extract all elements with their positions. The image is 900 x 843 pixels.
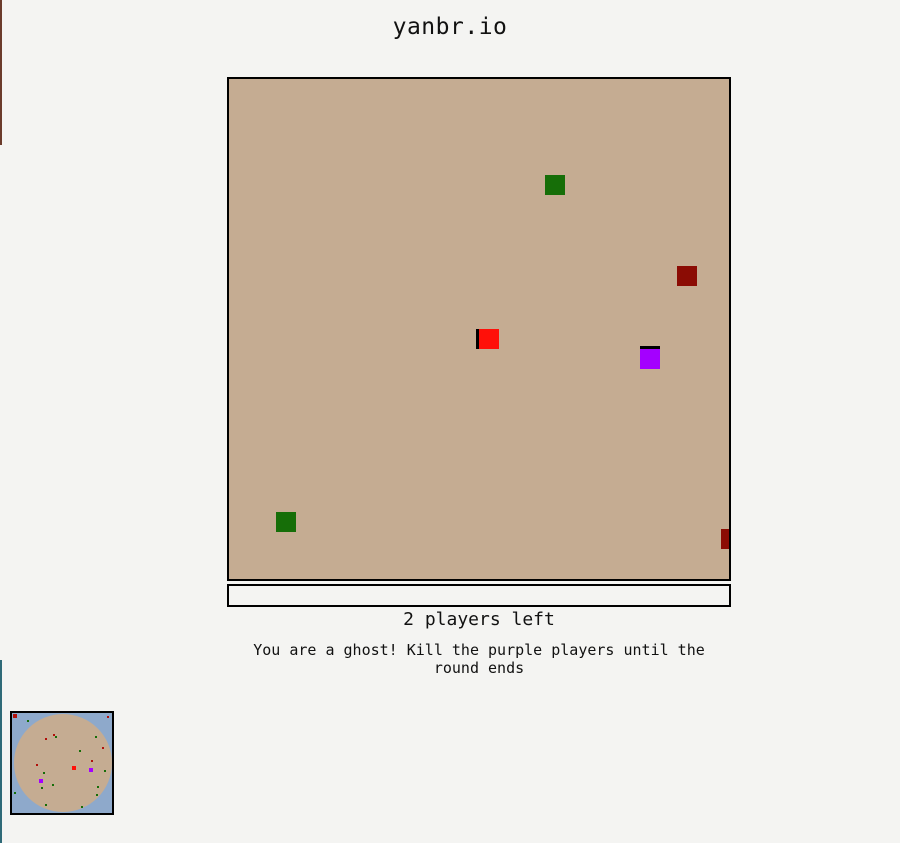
minimap-safe-zone (14, 714, 112, 812)
minimap-dot (55, 736, 57, 738)
minimap-dot (79, 750, 81, 752)
direction-indicator (640, 346, 660, 349)
minimap-dot (107, 716, 109, 718)
green-player (276, 512, 296, 532)
minimap (10, 711, 114, 815)
minimap-dot (91, 760, 93, 762)
minimap-dot (36, 764, 38, 766)
self-player (476, 329, 499, 349)
minimap-dot (81, 806, 83, 808)
minimap-self-dot (72, 766, 76, 770)
minimap-dot (14, 792, 16, 794)
game-title: yanbr.io (392, 14, 508, 40)
minimap-purple-dot (89, 768, 93, 772)
minimap-dot (27, 720, 29, 722)
green-player (545, 175, 565, 195)
minimap-dot (52, 784, 54, 786)
dark-red-player (677, 266, 697, 286)
dark-red-player (721, 529, 729, 549)
minimap-dot (45, 804, 47, 806)
minimap-dot (43, 772, 45, 774)
minimap-dot (45, 738, 47, 740)
game-page: yanbr.io 2 players left You are a ghost!… (0, 0, 900, 843)
minimap-dot (102, 747, 104, 749)
window-edge (0, 660, 2, 843)
ghost-message: You are a ghost! Kill the purple players… (253, 641, 705, 677)
minimap-dot (13, 714, 17, 718)
direction-indicator (476, 329, 479, 349)
health-bar (227, 584, 731, 607)
minimap-dot (41, 787, 43, 789)
minimap-dot (97, 786, 99, 788)
minimap-dot (95, 736, 97, 738)
minimap-purple-dot (39, 779, 43, 783)
purple-player (640, 346, 660, 369)
players-left-counter: 2 players left (403, 609, 555, 630)
minimap-dot (96, 794, 98, 796)
minimap-dot (104, 770, 106, 772)
game-arena[interactable] (227, 77, 731, 581)
